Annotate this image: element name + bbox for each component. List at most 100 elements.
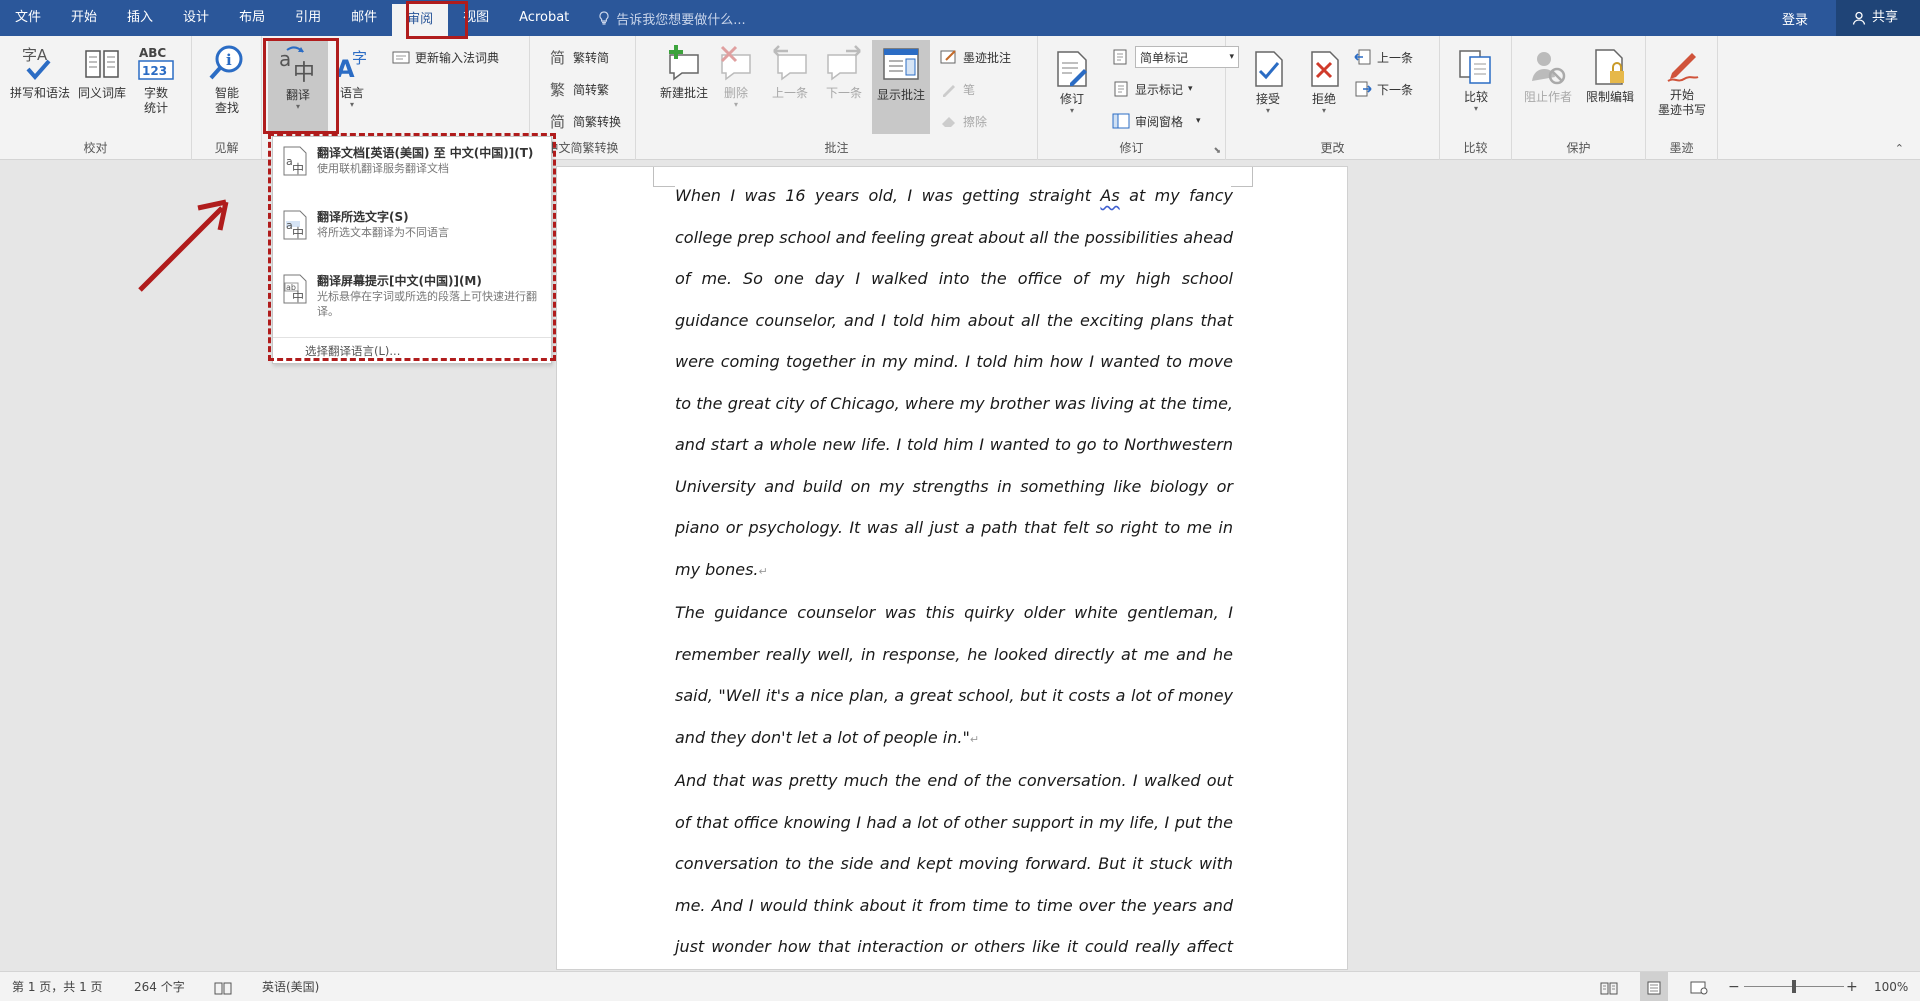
margin-corner-left [653, 167, 675, 187]
group-comments: 新建批注 删除 ▾ 上一条 下一条 显示批注 墨迹批注 笔 擦除 批注 [636, 36, 1038, 160]
track-changes-button[interactable]: 修订 ▾ [1044, 48, 1100, 115]
new-comment-icon [669, 45, 699, 81]
smart-lookup-icon: i [209, 45, 243, 80]
tab-references[interactable]: 引用 [280, 0, 336, 36]
zoom-level[interactable]: 100% [1874, 972, 1908, 1001]
word-count-status[interactable]: 264 个字 [134, 972, 185, 1001]
tell-me-text: 告诉我您想要做什么... [616, 12, 746, 28]
markup-view-select[interactable]: 简单标记 ▾ [1112, 46, 1239, 68]
erase-button[interactable]: 擦除 [940, 110, 987, 132]
show-comments-icon [883, 48, 919, 80]
ribbon-tab-bar: 文件 开始 插入 设计 布局 引用 邮件 审阅 视图 Acrobat 告诉我您想… [0, 0, 1920, 36]
tab-design[interactable]: 设计 [168, 0, 224, 36]
web-layout-button[interactable] [1690, 972, 1708, 1001]
document-page[interactable]: When I was 16 years old, I was getting s… [556, 166, 1348, 970]
login-button[interactable]: 登录 [1754, 9, 1836, 28]
reject-icon [1311, 51, 1339, 87]
group-label-tracking: 修订 [1119, 141, 1144, 155]
next-comment-button[interactable]: 下一条 [816, 42, 872, 101]
previous-comment-icon [773, 45, 807, 81]
svg-text:繁: 繁 [550, 81, 565, 98]
tell-me-box[interactable]: 告诉我您想要做什么... [598, 9, 746, 28]
zoom-slider[interactable] [1744, 972, 1844, 1001]
group-protect: 阻止作者 限制编辑 保护 [1512, 36, 1646, 160]
accept-dropdown-arrow: ▾ [1265, 106, 1270, 115]
tab-acrobat[interactable]: Acrobat [504, 0, 584, 36]
tab-insert[interactable]: 插入 [112, 0, 168, 36]
group-changes: 接受 ▾ 拒绝 ▾ 上一条 下一条 更改 [1226, 36, 1440, 160]
new-comment-button[interactable]: 新建批注 [656, 42, 712, 101]
chinese-conversion-button[interactable]: 简 简繁转换 [550, 110, 621, 132]
group-label-protect: 保护 [1566, 141, 1591, 155]
highlight-translate-button [263, 38, 339, 134]
traditional-to-simplified-button[interactable]: 简 繁转简 [550, 46, 609, 68]
track-changes-dropdown-arrow: ▾ [1069, 106, 1074, 115]
proofing-book-icon [214, 982, 232, 994]
proofing-status[interactable] [214, 972, 232, 1001]
read-mode-button[interactable] [1600, 972, 1618, 1001]
show-comments-button[interactable]: 显示批注 [872, 40, 930, 134]
zoom-in-button[interactable]: + [1846, 972, 1858, 1001]
group-label-comments: 批注 [824, 141, 849, 155]
compare-button[interactable]: 比较 ▾ [1448, 46, 1504, 113]
show-markup-button[interactable]: 显示标记 ▾ [1112, 78, 1193, 100]
thesaurus-button[interactable]: 同义词库 [74, 42, 130, 101]
status-bar: 第 1 页，共 1 页 264 个字 英语(美国) − + 100% [0, 971, 1920, 1001]
share-button[interactable]: 共享 [1835, 0, 1920, 36]
svg-text:字: 字 [352, 49, 367, 67]
delete-comment-icon [720, 45, 751, 81]
language-status[interactable]: 英语(美国) [262, 972, 319, 1001]
start-inking-button[interactable]: 开始 墨迹书写 [1654, 44, 1710, 118]
page-count[interactable]: 第 1 页，共 1 页 [12, 972, 103, 1001]
inking-pen-icon [1667, 53, 1699, 82]
accept-button[interactable]: 接受 ▾ [1240, 48, 1296, 115]
spelling-grammar-button[interactable]: 字A 拼写和语法 [10, 42, 70, 101]
spelling-flagged-word[interactable]: As [1100, 186, 1119, 205]
simplified-to-traditional-icon: 繁 [550, 81, 565, 98]
tracking-options-launcher[interactable]: ⬊ [1213, 146, 1221, 156]
reviewing-pane-button[interactable]: 审阅窗格 ▾ [1112, 110, 1201, 132]
word-count-button[interactable]: ABC 123 字数 统计 [128, 42, 184, 116]
book-icon [85, 50, 119, 78]
accept-icon [1255, 51, 1283, 87]
ink-comment-icon [940, 50, 956, 64]
block-authors-icon [1532, 52, 1566, 85]
group-label-compare: 比较 [1463, 141, 1488, 155]
ink-comment-button[interactable]: 墨迹批注 [940, 46, 1011, 68]
simplified-to-traditional-button[interactable]: 繁 简转繁 [550, 78, 609, 100]
delete-comment-button[interactable]: 删除 ▾ [708, 42, 764, 109]
group-ink: 开始 墨迹书写 墨迹 [1646, 36, 1718, 160]
word-count-label: 字数 统计 [143, 86, 168, 115]
document-body[interactable]: When I was 16 years old, I was getting s… [675, 175, 1234, 969]
zoom-out-button[interactable]: − [1728, 972, 1740, 1001]
highlight-review-tab [406, 1, 468, 39]
tab-layout[interactable]: 布局 [224, 0, 280, 36]
reject-button[interactable]: 拒绝 ▾ [1296, 48, 1352, 115]
previous-comment-button[interactable]: 上一条 [762, 42, 818, 101]
svg-text:123: 123 [142, 64, 167, 78]
group-insights: i 智能 查找 见解 [192, 36, 262, 160]
previous-change-button[interactable]: 上一条 [1354, 46, 1413, 68]
read-mode-icon [1600, 982, 1618, 994]
group-label-ink: 墨迹 [1669, 141, 1694, 155]
paragraph-3: And that was pretty much the end of the … [675, 771, 1233, 956]
next-change-icon [1355, 81, 1372, 97]
print-layout-button[interactable] [1640, 972, 1668, 1001]
paragraph-1: When I was 16 years old, I was getting s… [675, 186, 1234, 579]
zoom-slider-thumb[interactable] [1792, 980, 1796, 993]
paragraph-mark-icon: ↵ [969, 732, 980, 746]
tab-mailings[interactable]: 邮件 [336, 0, 392, 36]
collapse-ribbon-button[interactable]: ⌃ [1895, 142, 1904, 155]
block-authors-button[interactable]: 阻止作者 [1520, 46, 1576, 105]
pen-button[interactable]: 笔 [940, 78, 975, 100]
group-label-changes: 更改 [1320, 141, 1345, 155]
smart-lookup-button[interactable]: i 智能 查找 [199, 42, 255, 116]
red-arrow-icon [138, 199, 229, 292]
compare-icon [1459, 50, 1491, 84]
track-changes-icon [1057, 51, 1087, 87]
restrict-editing-button[interactable]: 限制编辑 [1582, 46, 1638, 105]
next-change-button[interactable]: 下一条 [1354, 78, 1413, 100]
tab-file[interactable]: 文件 [0, 0, 56, 36]
tab-home[interactable]: 开始 [56, 0, 112, 36]
update-ime-dictionary-button[interactable]: 更新输入法词典 [392, 46, 499, 68]
